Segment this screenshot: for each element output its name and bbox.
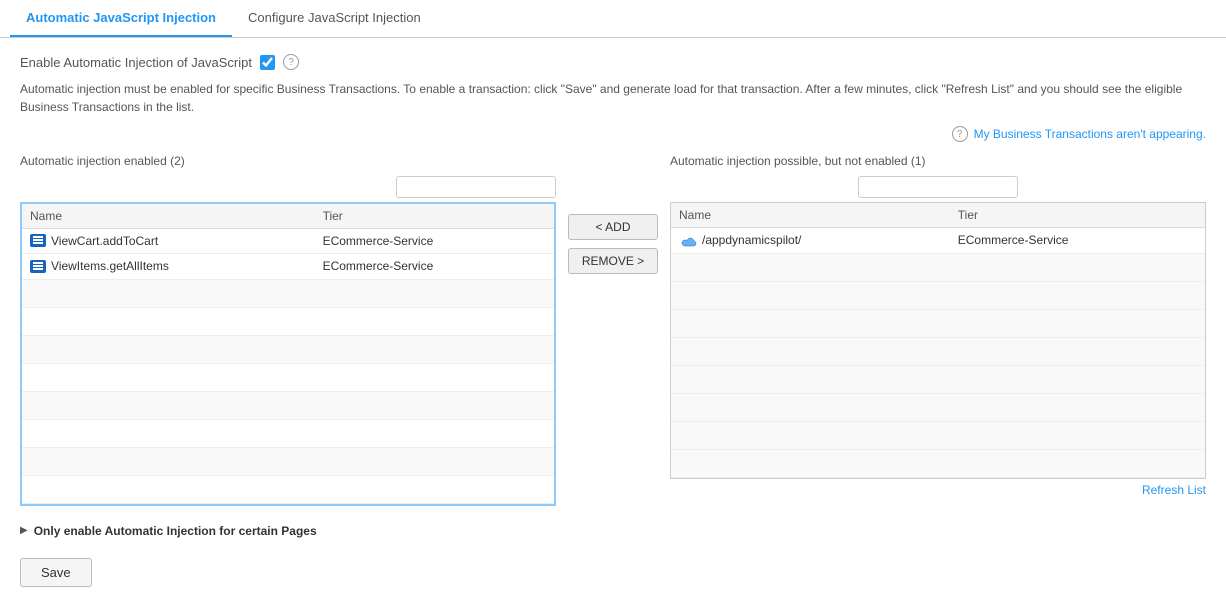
table-row [671, 365, 1205, 393]
add-button[interactable]: < ADD [568, 214, 658, 240]
right-col-tier: Tier [950, 203, 1205, 228]
left-col-tier: Tier [315, 204, 554, 229]
table-row [671, 309, 1205, 337]
table-row[interactable]: /appdynamicspilot/ECommerce-Service [671, 228, 1205, 254]
table-row[interactable]: ViewCart.addToCartECommerce-Service [22, 229, 554, 254]
left-table: Name Tier ViewCart.addToCartECommerce-Se… [22, 204, 554, 504]
monitor-icon [30, 234, 46, 247]
table-row [671, 337, 1205, 365]
table-row [22, 307, 554, 335]
right-panel-title: Automatic injection possible, but not en… [670, 154, 1206, 168]
left-row-tier: ECommerce-Service [315, 229, 554, 254]
table-row [22, 279, 554, 307]
right-table-container: Name Tier /appdynamicspilot/ECommerce-Se… [670, 202, 1206, 479]
tab-auto-injection[interactable]: Automatic JavaScript Injection [10, 0, 232, 37]
refresh-link-row: Refresh List [670, 483, 1206, 497]
help-link[interactable]: My Business Transactions aren't appearin… [974, 127, 1206, 141]
table-row [22, 447, 554, 475]
enable-checkbox[interactable] [260, 55, 275, 70]
table-row [671, 421, 1205, 449]
tab-configure-injection[interactable]: Configure JavaScript Injection [232, 0, 437, 37]
table-row [671, 253, 1205, 281]
table-row [22, 475, 554, 503]
left-row-name: ViewItems.getAllItems [22, 254, 315, 279]
left-search-bar: 🔍 [20, 176, 556, 198]
table-row [671, 449, 1205, 477]
table-row [22, 419, 554, 447]
left-col-name: Name [22, 204, 315, 229]
info-text: Automatic injection must be enabled for … [20, 80, 1206, 116]
table-row [22, 363, 554, 391]
expand-row[interactable]: ▶ Only enable Automatic Injection for ce… [20, 520, 1206, 542]
table-row [671, 393, 1205, 421]
table-row[interactable]: ViewItems.getAllItemsECommerce-Service [22, 254, 554, 279]
left-row-name: ViewCart.addToCart [22, 229, 315, 254]
right-row-tier: ECommerce-Service [950, 228, 1205, 254]
monitor-icon [30, 260, 46, 273]
cloud-icon [679, 234, 697, 248]
right-row-name: /appdynamicspilot/ [671, 228, 950, 254]
right-col-name: Name [671, 203, 950, 228]
remove-button[interactable]: REMOVE > [568, 248, 658, 274]
left-table-container: Name Tier ViewCart.addToCartECommerce-Se… [20, 202, 556, 506]
left-row-tier: ECommerce-Service [315, 254, 554, 279]
refresh-link[interactable]: Refresh List [1142, 483, 1206, 497]
tabs-bar: Automatic JavaScript Injection Configure… [0, 0, 1226, 38]
right-search-input[interactable] [858, 176, 1018, 198]
right-panel: Automatic injection possible, but not en… [670, 154, 1206, 497]
table-row [671, 281, 1205, 309]
enable-label: Enable Automatic Injection of JavaScript [20, 55, 252, 70]
left-panel-title: Automatic injection enabled (2) [20, 154, 556, 168]
transfer-buttons: < ADD REMOVE > [556, 214, 670, 274]
table-row [22, 335, 554, 363]
expand-triangle-icon: ▶ [20, 525, 28, 536]
main-content: Enable Automatic Injection of JavaScript… [0, 38, 1226, 603]
enable-row: Enable Automatic Injection of JavaScript… [20, 54, 1206, 70]
left-search-input[interactable] [396, 176, 556, 198]
expand-label: Only enable Automatic Injection for cert… [34, 524, 317, 538]
enable-info-icon[interactable]: ? [283, 54, 299, 70]
transfer-panels: Automatic injection enabled (2) 🔍 Name T… [20, 154, 1206, 506]
help-link-row: ? My Business Transactions aren't appear… [20, 126, 1206, 142]
save-button[interactable]: Save [20, 558, 92, 587]
table-row [22, 391, 554, 419]
help-link-icon: ? [952, 126, 968, 142]
bottom-section: ▶ Only enable Automatic Injection for ce… [20, 520, 1206, 542]
right-table: Name Tier /appdynamicspilot/ECommerce-Se… [671, 203, 1205, 478]
right-search-bar: 🔍 [670, 176, 1206, 198]
left-panel: Automatic injection enabled (2) 🔍 Name T… [20, 154, 556, 506]
